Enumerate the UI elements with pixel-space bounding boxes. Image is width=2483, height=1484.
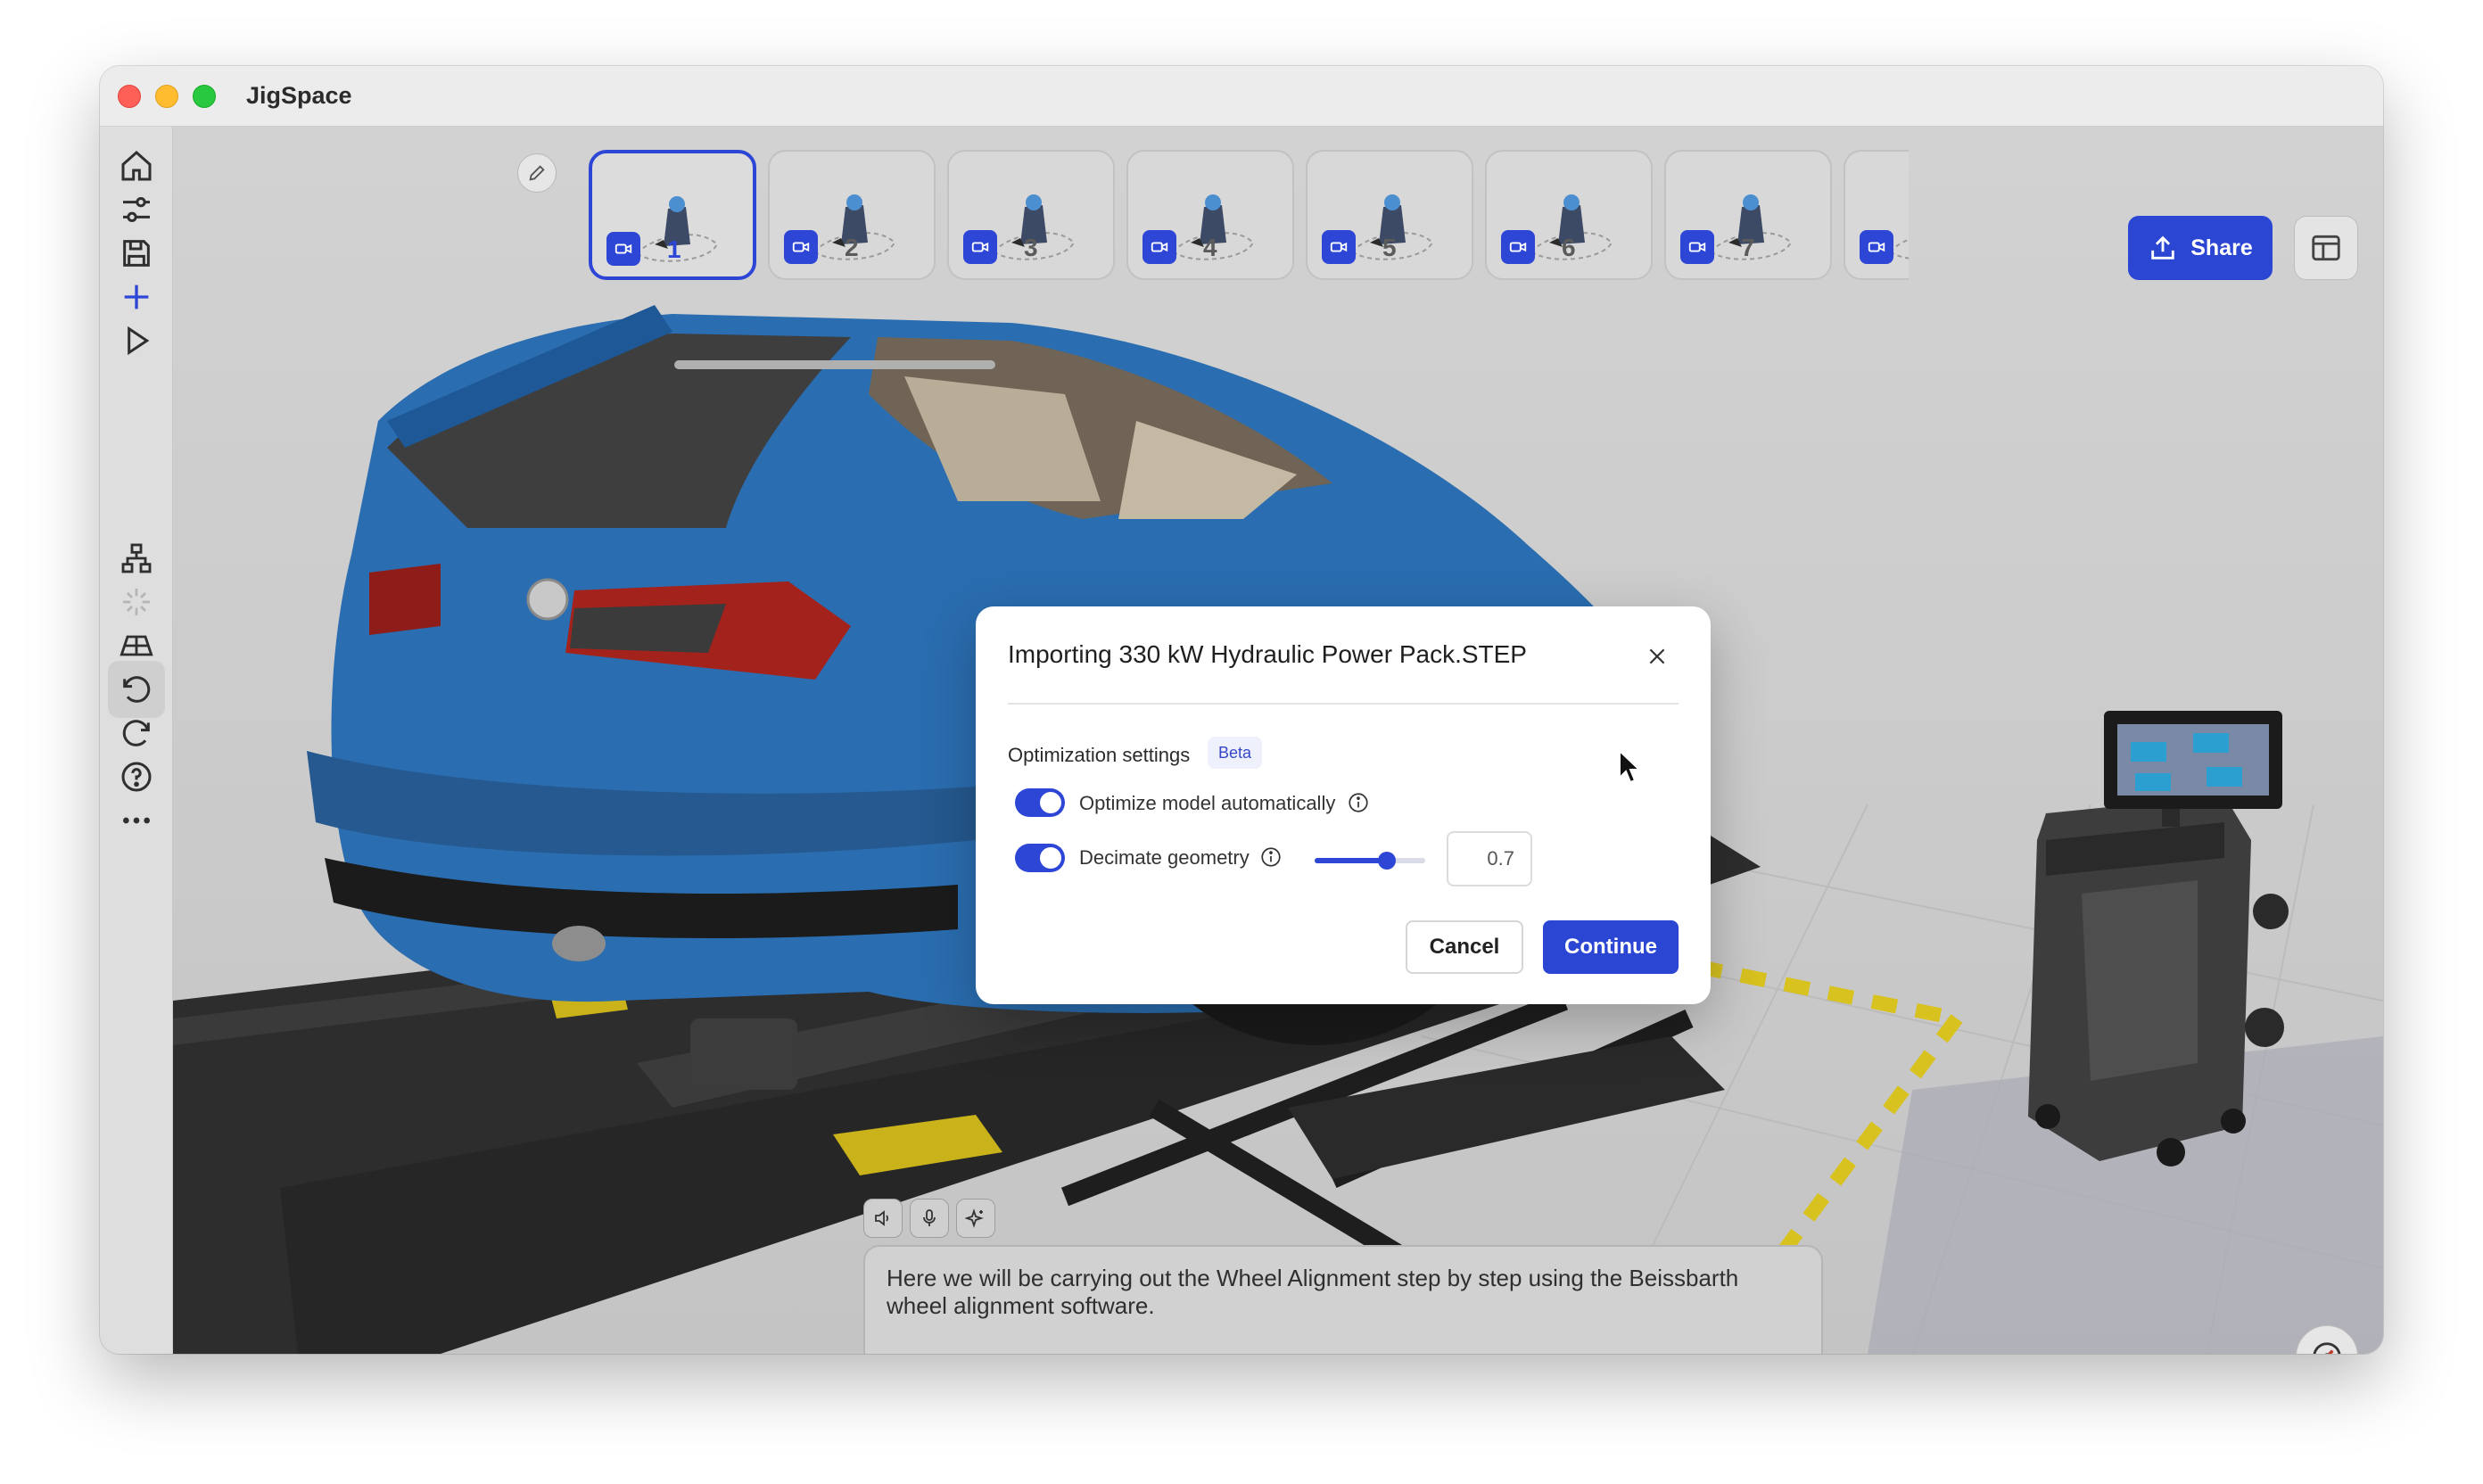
video-camera-icon <box>606 232 640 266</box>
decimate-geometry-label: Decimate geometry <box>1079 846 1250 869</box>
step-thumbnail[interactable]: 3 <box>947 150 1115 280</box>
plus-icon <box>124 284 149 309</box>
info-icon[interactable] <box>1259 845 1283 869</box>
floor-grid-icon <box>120 635 153 656</box>
sidebar-item-play[interactable] <box>108 312 165 369</box>
more-icon <box>123 817 150 824</box>
step-thumbnail[interactable]: 5 <box>1306 150 1473 280</box>
redo-icon <box>122 720 150 746</box>
pencil-icon <box>529 165 545 181</box>
info-icon[interactable] <box>1347 791 1370 814</box>
import-dialog: Importing 330 kW Hydraulic Power Pack.ST… <box>976 606 1711 1004</box>
speaker-icon <box>875 1210 889 1226</box>
gauge-icon <box>2313 1342 2341 1354</box>
video-camera-icon <box>1680 230 1714 264</box>
layout-toggle-button[interactable] <box>2294 216 2358 280</box>
step-thumbnail[interactable]: 2 <box>768 150 936 280</box>
save-icon <box>123 240 150 267</box>
narration-tools <box>863 1199 995 1238</box>
record-voice-button[interactable] <box>910 1199 949 1238</box>
mouse-cursor-icon <box>1619 749 1641 784</box>
continue-button[interactable]: Continue <box>1543 920 1679 974</box>
decimate-slider-fill <box>1315 858 1387 863</box>
sparkle-disabled-icon <box>123 589 150 615</box>
decimate-geometry-toggle[interactable] <box>1015 844 1065 872</box>
step-number: 7 <box>1741 234 1755 261</box>
step-thumbnail[interactable]: 6 <box>1485 150 1653 280</box>
dialog-close-button[interactable] <box>1639 639 1675 674</box>
video-camera-icon <box>1322 230 1356 264</box>
step-thumbnail[interactable]: 7 <box>1664 150 1832 280</box>
app-window: JigSpace 1 2 3 4 5 6 7 Share Here we wil… <box>100 66 2383 1354</box>
ai-assist-button[interactable] <box>956 1199 995 1238</box>
upload-icon <box>2151 235 2174 260</box>
dialog-divider <box>1008 703 1679 705</box>
zoom-window-button[interactable] <box>193 84 216 108</box>
decimate-slider-handle[interactable] <box>1378 852 1396 870</box>
share-button[interactable]: Share <box>2128 216 2273 280</box>
optimize-model-toggle[interactable] <box>1015 788 1065 817</box>
cancel-button[interactable]: Cancel <box>1406 920 1523 974</box>
sparkle-icon <box>965 1208 984 1228</box>
title-bar: JigSpace <box>100 66 2383 127</box>
play-icon <box>128 326 150 356</box>
layout-panel-icon <box>2312 235 2340 261</box>
video-camera-icon <box>963 230 997 264</box>
window-controls <box>118 84 216 108</box>
hierarchy-icon <box>121 543 152 573</box>
video-camera-icon <box>1143 230 1176 264</box>
step-number: 2 <box>845 234 859 261</box>
narration-textbox[interactable]: Here we will be carrying out the Wheel A… <box>863 1245 1823 1354</box>
video-camera-icon <box>784 230 818 264</box>
beta-badge: Beta <box>1208 737 1263 769</box>
edit-steps-button[interactable] <box>517 153 557 193</box>
home-icon <box>121 150 152 181</box>
step-number: 3 <box>1024 234 1038 261</box>
sidebar-item-more[interactable] <box>108 792 165 849</box>
step-thumbnail[interactable]: 1 <box>589 150 756 280</box>
close-window-button[interactable] <box>118 84 141 108</box>
step-number: 6 <box>1562 234 1576 261</box>
text-to-speech-button[interactable] <box>863 1199 903 1238</box>
sidebar <box>100 127 173 1354</box>
step-thumbnail[interactable] <box>1844 150 1909 280</box>
minimize-window-button[interactable] <box>155 84 178 108</box>
step-thumbnail[interactable]: 4 <box>1126 150 1294 280</box>
3d-viewport[interactable]: 1 2 3 4 5 6 7 Share Here we will be carr… <box>173 127 2383 1354</box>
video-camera-icon <box>1860 230 1893 264</box>
thumbnail-scrollbar[interactable] <box>674 360 995 369</box>
undo-icon <box>123 676 151 703</box>
share-label: Share <box>2190 235 2253 260</box>
step-number: 4 <box>1203 234 1217 261</box>
help-icon <box>121 762 152 792</box>
step-number: 1 <box>667 235 681 263</box>
video-camera-icon <box>1501 230 1535 264</box>
dialog-title: Importing 330 kW Hydraulic Power Pack.ST… <box>1008 640 1527 668</box>
microphone-icon <box>923 1209 936 1226</box>
optimize-model-label: Optimize model automatically <box>1079 792 1336 814</box>
step-number: 5 <box>1382 234 1397 261</box>
close-icon <box>1649 648 1665 664</box>
app-title: JigSpace <box>246 82 352 109</box>
decimate-value-input[interactable]: 0.7 <box>1447 831 1532 886</box>
sliders-icon <box>123 197 150 222</box>
step-thumbnails: 1 2 3 4 5 6 7 <box>589 150 1909 280</box>
optimization-settings-label: Optimization settings <box>1008 744 1191 766</box>
